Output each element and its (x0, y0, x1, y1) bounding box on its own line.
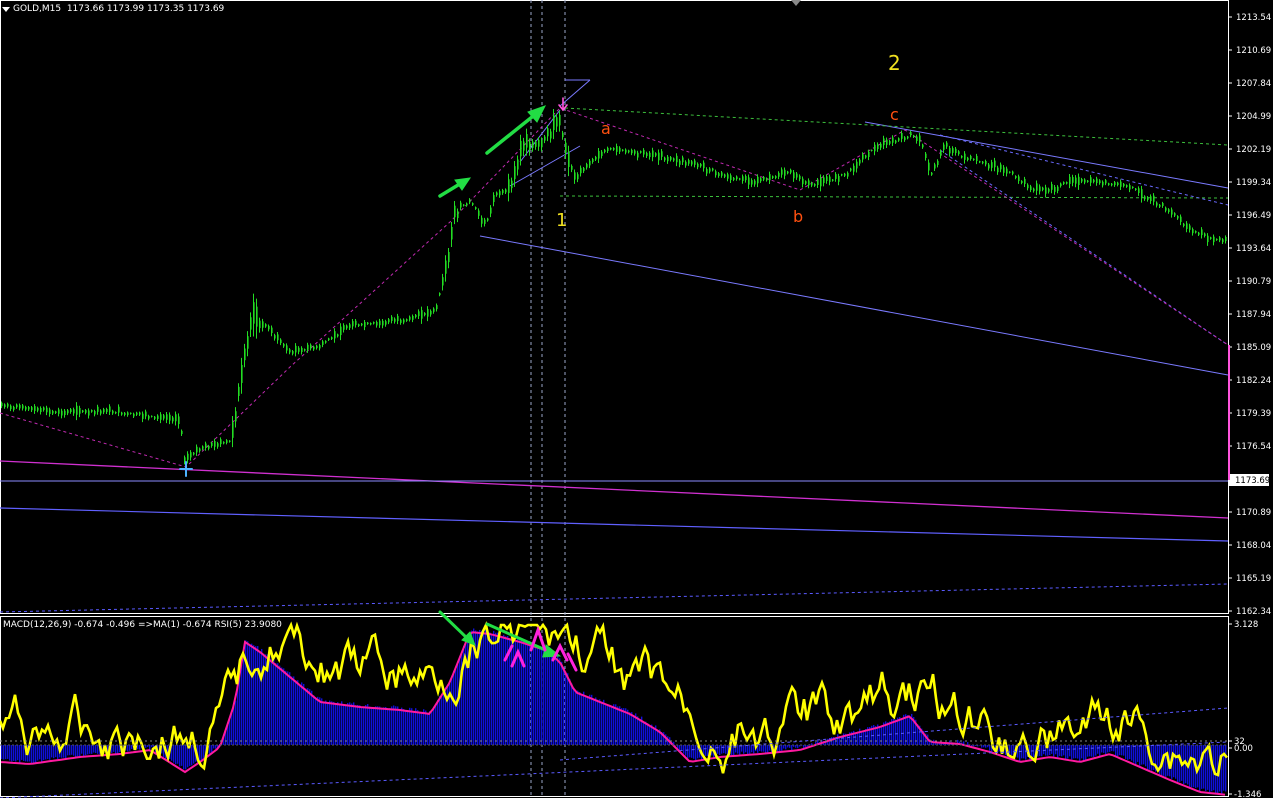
indicator-tick-label: 0.00 (1234, 744, 1253, 754)
candlestick-series (1, 108, 1227, 465)
price-tick-label: 1168.04 (1236, 541, 1271, 551)
indicator-axis: 3.128320.00-1.346 (1228, 620, 1261, 798)
price-tick-label: 1210.69 (1236, 46, 1271, 56)
price-axis: 1213.54 1210.69 1207.84 1204.99 1202.19 1199.… (1228, 13, 1271, 617)
price-tick-label: 1199.34 (1236, 178, 1271, 188)
price-tick-label: 1187.94 (1236, 310, 1271, 320)
price-tick-label: 1170.89 (1236, 508, 1271, 518)
price-tick-label: 1204.99 (1236, 112, 1271, 122)
price-tick-label: 1196.49 (1236, 211, 1271, 221)
price-tick-label: 1207.84 (1236, 79, 1271, 89)
dash-blue-1 (939, 134, 1229, 206)
chart-frame (0, 0, 1229, 797)
buy-marker-icon (179, 461, 193, 477)
green-arrow-1 (438, 177, 472, 198)
wave-label-b: b (793, 207, 803, 226)
annotation-arrows[interactable] (179, 97, 578, 672)
price-tick-label: 1162.34 (1236, 607, 1271, 617)
price-tick-label: 1176.54 (1236, 442, 1271, 452)
current-price-box: 1173.69 (1229, 474, 1270, 486)
trendline-channel-upper (864, 121, 1229, 189)
wave-labels: 1 2 a b c (556, 51, 901, 231)
price-tick-label: 1213.54 (1236, 13, 1271, 23)
dash-green-lower (559, 195, 1229, 199)
wave-label-a: a (601, 119, 611, 138)
price-tick-label: 1190.79 (1236, 277, 1271, 287)
dash-blue-bottom (0, 583, 1229, 613)
price-tick-label: 1182.24 (1236, 376, 1271, 386)
indicator-tick-label: 3.128 (1234, 620, 1258, 630)
dash-magenta-zigzag (0, 107, 1229, 468)
price-tick-label: 1165.19 (1236, 574, 1271, 584)
price-tick-label: 1202.19 (1236, 145, 1271, 155)
price-chart[interactable]: 1213.54 1210.69 1207.84 1204.99 1202.19 1199.… (0, 0, 1273, 798)
wave-label-c: c (890, 105, 899, 124)
wave-label-2: 2 (888, 51, 901, 75)
current-price-label: 1173.69 (1235, 476, 1270, 486)
trendline-channel-lower (479, 235, 1229, 376)
price-tick-label: 1185.09 (1236, 343, 1271, 353)
price-tick-label: 1179.39 (1236, 409, 1271, 419)
price-tick-label: 1193.64 (1236, 244, 1271, 254)
indicator-tick-label: -1.346 (1234, 790, 1261, 798)
chart-shift-marker[interactable] (791, 0, 801, 6)
trend-lines[interactable] (0, 79, 1229, 613)
wave-label-1: 1 (556, 210, 567, 231)
trendline-blue-lower (0, 507, 1229, 542)
